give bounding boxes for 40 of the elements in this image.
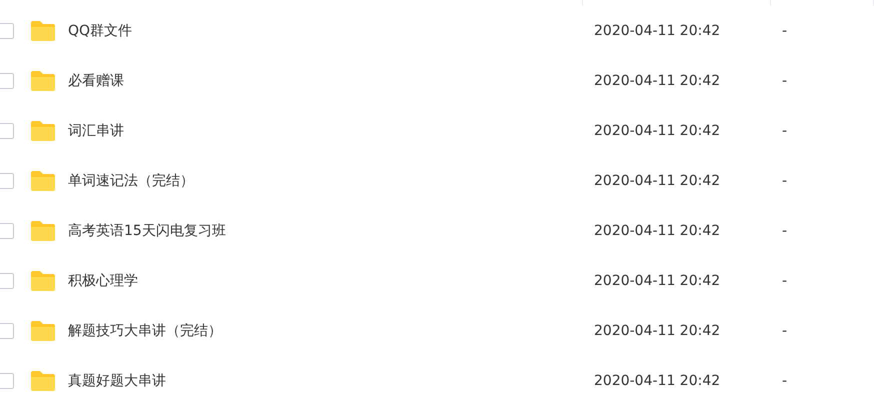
folder-icon [30, 270, 56, 292]
folder-icon [30, 170, 56, 192]
checkbox[interactable] [0, 173, 14, 189]
file-size: - [781, 373, 788, 389]
file-size: - [781, 323, 788, 339]
modified-date: 2020-04-11 20:42 [593, 323, 722, 339]
checkbox[interactable] [0, 123, 14, 139]
folder-icon [30, 320, 56, 342]
folder-icon [30, 370, 56, 392]
file-size: - [781, 273, 788, 289]
folder-icon [30, 70, 56, 92]
checkbox[interactable] [0, 323, 14, 339]
folder-icon [30, 120, 56, 142]
modified-date: 2020-04-11 20:42 [593, 73, 722, 89]
file-size: - [781, 23, 788, 39]
folder-name[interactable]: QQ群文件 [68, 22, 583, 40]
checkbox[interactable] [0, 223, 14, 239]
modified-date: 2020-04-11 20:42 [593, 23, 722, 39]
folder-name[interactable]: 高考英语15天闪电复习班 [68, 222, 583, 240]
file-size: - [781, 73, 788, 89]
modified-date: 2020-04-11 20:42 [593, 223, 722, 239]
checkbox[interactable] [0, 73, 14, 89]
modified-date: 2020-04-11 20:42 [593, 123, 722, 139]
folder-name[interactable]: 真题好题大串讲 [68, 372, 583, 390]
folder-name[interactable]: 单词速记法（完结） [68, 172, 583, 190]
folder-name[interactable]: 积极心理学 [68, 272, 583, 290]
file-size: - [781, 173, 788, 189]
folder-name[interactable]: 必看赠课 [68, 72, 583, 90]
folder-name[interactable]: 词汇串讲 [68, 122, 583, 140]
folder-icon [30, 20, 56, 42]
folder-icon [30, 220, 56, 242]
modified-date: 2020-04-11 20:42 [593, 273, 722, 289]
file-size: - [781, 123, 788, 139]
checkbox[interactable] [0, 373, 14, 389]
modified-date: 2020-04-11 20:42 [593, 373, 722, 389]
checkbox[interactable] [0, 273, 14, 289]
file-size: - [781, 223, 788, 239]
folder-name[interactable]: 解题技巧大串讲（完结） [68, 322, 583, 340]
modified-date: 2020-04-11 20:42 [593, 173, 722, 189]
checkbox[interactable] [0, 23, 14, 39]
